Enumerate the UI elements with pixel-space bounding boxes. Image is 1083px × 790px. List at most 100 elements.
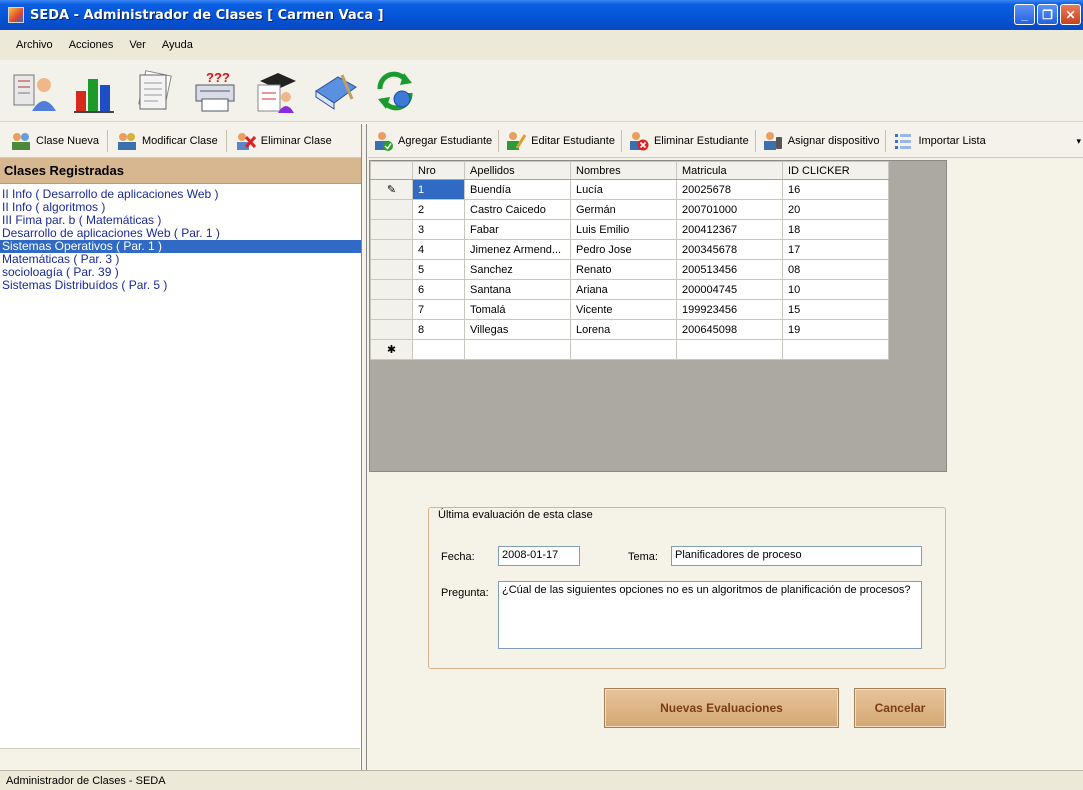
- row-header[interactable]: [370, 239, 413, 260]
- minimize-icon[interactable]: _: [1014, 4, 1035, 25]
- menu-acciones[interactable]: Acciones: [61, 39, 122, 51]
- table-cell[interactable]: 20025678: [676, 179, 783, 200]
- table-row[interactable]: 4 Jimenez Armend... Pedro Jose 200345678…: [370, 239, 889, 260]
- table-cell[interactable]: 3: [412, 219, 465, 240]
- table-cell[interactable]: [570, 339, 677, 360]
- column-nro[interactable]: Nro: [412, 161, 465, 180]
- table-row[interactable]: 2 Castro Caicedo Germán 200701000 20: [370, 199, 889, 220]
- table-cell[interactable]: Lorena: [570, 319, 677, 340]
- table-cell[interactable]: Renato: [570, 259, 677, 280]
- table-cell[interactable]: Sanchez: [464, 259, 571, 280]
- table-cell[interactable]: [412, 339, 465, 360]
- table-cell[interactable]: 200701000: [676, 199, 783, 220]
- add-student-icon: [372, 130, 394, 152]
- table-cell[interactable]: 10: [782, 279, 889, 300]
- graduate-icon[interactable]: [250, 67, 300, 115]
- table-row[interactable]: 8 Villegas Lorena 200645098 19: [370, 319, 889, 340]
- students-report-icon[interactable]: [10, 67, 60, 115]
- table-cell[interactable]: [464, 339, 571, 360]
- import-list-button[interactable]: Importar Lista: [888, 127, 989, 155]
- delete-class-button[interactable]: Eliminar Clase: [229, 127, 338, 155]
- printer-icon[interactable]: ???: [190, 67, 240, 115]
- table-cell[interactable]: 1: [412, 179, 465, 200]
- bar-chart-icon[interactable]: [70, 67, 120, 115]
- table-cell[interactable]: 08: [782, 259, 889, 280]
- table-cell[interactable]: 19: [782, 319, 889, 340]
- table-cell[interactable]: 200645098: [676, 319, 783, 340]
- table-cell[interactable]: Ariana: [570, 279, 677, 300]
- table-cell[interactable]: 200412367: [676, 219, 783, 240]
- toolbar-overflow-icon[interactable]: ▾: [1076, 136, 1081, 147]
- table-cell[interactable]: [676, 339, 783, 360]
- table-cell[interactable]: 18: [782, 219, 889, 240]
- table-cell[interactable]: 2: [412, 199, 465, 220]
- row-header[interactable]: [370, 319, 413, 340]
- table-cell[interactable]: Villegas: [464, 319, 571, 340]
- cancel-button[interactable]: Cancelar: [854, 688, 946, 728]
- maximize-icon[interactable]: ❐: [1037, 4, 1058, 25]
- row-header[interactable]: [370, 199, 413, 220]
- list-item[interactable]: Sistemas Distribuídos ( Par. 5 ): [0, 279, 361, 292]
- table-cell[interactable]: Vicente: [570, 299, 677, 320]
- table-cell[interactable]: Buendía: [464, 179, 571, 200]
- row-header[interactable]: [370, 219, 413, 240]
- date-field[interactable]: 2008-01-17: [498, 546, 580, 566]
- table-cell[interactable]: Fabar: [464, 219, 571, 240]
- table-row[interactable]: 5 Sanchez Renato 200513456 08: [370, 259, 889, 280]
- table-cell[interactable]: Castro Caicedo: [464, 199, 571, 220]
- row-header[interactable]: [370, 259, 413, 280]
- table-row[interactable]: 3 Fabar Luis Emilio 200412367 18: [370, 219, 889, 240]
- table-cell[interactable]: Lucía: [570, 179, 677, 200]
- row-header[interactable]: [370, 299, 413, 320]
- table-cell[interactable]: 8: [412, 319, 465, 340]
- table-cell[interactable]: 17: [782, 239, 889, 260]
- assign-device-button[interactable]: Asignar dispositivo: [758, 127, 884, 155]
- import-list-label: Importar Lista: [918, 134, 986, 147]
- topic-label: Tema:: [628, 551, 658, 563]
- table-cell[interactable]: 15: [782, 299, 889, 320]
- row-header[interactable]: [370, 279, 413, 300]
- add-student-button[interactable]: Agregar Estudiante: [368, 127, 496, 155]
- table-cell[interactable]: 200513456: [676, 259, 783, 280]
- column-matricula[interactable]: Matricula: [676, 161, 783, 180]
- column-apellidos[interactable]: Apellidos: [464, 161, 571, 180]
- table-cell[interactable]: [782, 339, 889, 360]
- table-row[interactable]: 7 Tomalá Vicente 199923456 15: [370, 299, 889, 320]
- table-cell[interactable]: Germán: [570, 199, 677, 220]
- documents-icon[interactable]: [130, 67, 180, 115]
- book-icon[interactable]: [310, 67, 360, 115]
- menu-ver[interactable]: Ver: [121, 39, 154, 51]
- table-row[interactable]: 6 Santana Ariana 200004745 10: [370, 279, 889, 300]
- table-cell[interactable]: Santana: [464, 279, 571, 300]
- table-cell[interactable]: Pedro Jose: [570, 239, 677, 260]
- table-cell[interactable]: Luis Emilio: [570, 219, 677, 240]
- table-cell[interactable]: 6: [412, 279, 465, 300]
- table-cell[interactable]: 5: [412, 259, 465, 280]
- edit-class-button[interactable]: Modificar Clase: [110, 127, 224, 155]
- table-cell[interactable]: 7: [412, 299, 465, 320]
- edit-student-button[interactable]: Editar Estudiante: [501, 127, 619, 155]
- table-cell[interactable]: Tomalá: [464, 299, 571, 320]
- topic-field[interactable]: Planificadores de proceso: [671, 546, 922, 566]
- close-icon[interactable]: ✕: [1060, 4, 1081, 25]
- column-id-clicker[interactable]: ID CLICKER: [782, 161, 889, 180]
- new-row[interactable]: ✱: [370, 339, 889, 360]
- menu-archivo[interactable]: Archivo: [8, 39, 61, 51]
- table-cell[interactable]: 4: [412, 239, 465, 260]
- table-cell[interactable]: 200345678: [676, 239, 783, 260]
- table-row[interactable]: ✎ 1 Buendía Lucía 20025678 16: [370, 179, 889, 200]
- table-cell[interactable]: 20: [782, 199, 889, 220]
- sync-globe-icon[interactable]: [370, 67, 420, 115]
- table-cell[interactable]: Jimenez Armend...: [464, 239, 571, 260]
- menu-ayuda[interactable]: Ayuda: [154, 39, 201, 51]
- new-evaluations-button[interactable]: Nuevas Evaluaciones: [604, 688, 839, 728]
- question-field[interactable]: ¿Cúal de las siguientes opciones no es u…: [498, 581, 922, 649]
- new-class-button[interactable]: Clase Nueva: [4, 127, 105, 155]
- window-title: SEDA - Administrador de Clases [ Carmen …: [30, 7, 384, 23]
- panel-splitter[interactable]: [362, 124, 367, 770]
- table-cell[interactable]: 16: [782, 179, 889, 200]
- delete-student-button[interactable]: Eliminar Estudiante: [624, 127, 753, 155]
- table-cell[interactable]: 200004745: [676, 279, 783, 300]
- column-nombres[interactable]: Nombres: [570, 161, 677, 180]
- table-cell[interactable]: 199923456: [676, 299, 783, 320]
